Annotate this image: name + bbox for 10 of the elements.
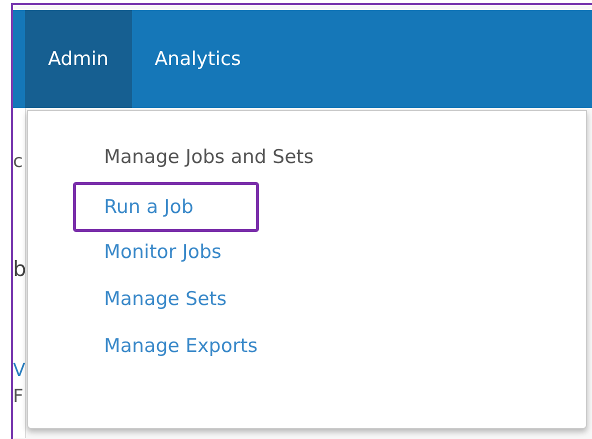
nav-tab[interactable]: Admin xyxy=(25,10,132,108)
menu-item[interactable]: Manage Exports xyxy=(28,322,586,370)
link-fragment[interactable]: V xyxy=(13,362,25,380)
text-fragment: F xyxy=(13,388,24,406)
menu-item[interactable]: Manage Sets xyxy=(28,276,586,323)
menu-header: Manage Jobs and Sets xyxy=(104,146,315,169)
heading-fragment: b xyxy=(13,259,25,280)
nav-tab[interactable]: Analytics xyxy=(132,10,264,108)
menu-item[interactable]: Run a Job xyxy=(73,182,259,232)
text-fragment: c xyxy=(13,153,24,171)
